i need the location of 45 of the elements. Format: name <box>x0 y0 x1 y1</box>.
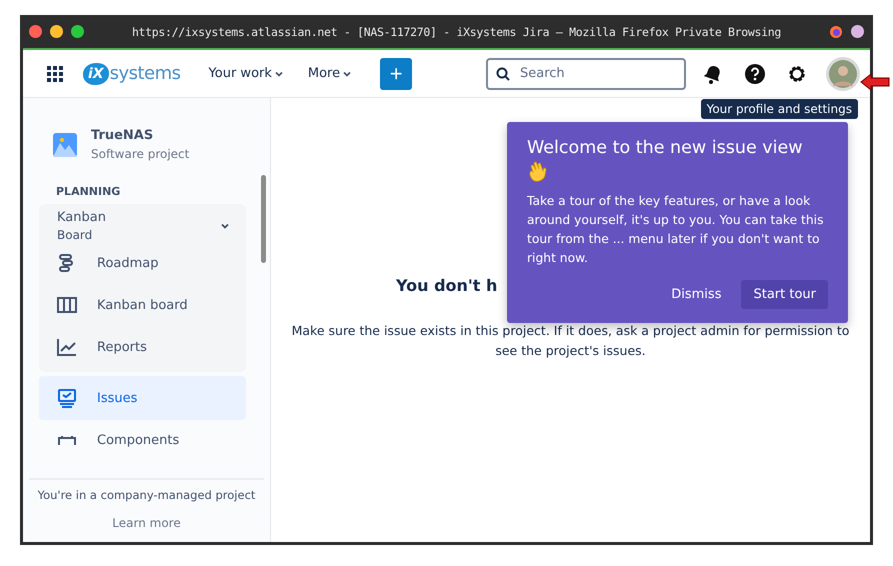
project-name: TrueNAS <box>91 128 154 143</box>
project-type: Software project <box>91 147 190 161</box>
error-heading: You don't h <box>396 276 498 295</box>
close-icon[interactable] <box>29 25 42 38</box>
logo-text: systems <box>110 63 181 84</box>
private-icon <box>851 25 864 38</box>
browser-icon <box>829 24 843 38</box>
nav-menu[interactable]: More <box>302 62 358 85</box>
board-selector[interactable]: Kanban Board <box>39 210 246 242</box>
columns-icon <box>57 295 77 315</box>
search-icon <box>496 66 510 80</box>
chevron-icon <box>220 221 230 231</box>
nav-menu[interactable]: Your work <box>202 62 290 85</box>
project-icon <box>53 132 77 156</box>
maximize-icon[interactable] <box>71 25 84 38</box>
help-icon <box>744 62 766 84</box>
learn-more-link[interactable]: Learn more <box>112 516 181 530</box>
project-note: You're in a company-managed project <box>38 488 256 502</box>
primary-button[interactable]: Start tour <box>741 280 828 309</box>
search-field[interactable]: Search <box>486 58 686 90</box>
create-button[interactable]: + <box>380 58 412 90</box>
app-grid-icon[interactable] <box>47 66 63 82</box>
tooltip: Your profile and settings <box>700 99 858 119</box>
sidebar-item[interactable]: Issues <box>39 376 246 420</box>
popup-title: Welcome to the new issue view <box>527 137 804 160</box>
search-input[interactable]: Search <box>518 65 658 82</box>
arrow-icon <box>860 73 890 91</box>
monitor-icon <box>57 388 77 408</box>
sidebar-item[interactable]: Components <box>39 420 246 460</box>
sidebar-item[interactable]: Reports <box>39 326 246 368</box>
logo-mark: iX <box>83 62 109 84</box>
secondary-button[interactable]: Dismiss <box>659 280 734 309</box>
user-icon <box>829 60 857 88</box>
component-icon <box>57 435 77 445</box>
window-title: https://ixsystems.atlassian.net - [NAS-117270] - iXsystems Jira — Mozilla Firefox Private Browsing <box>130 24 782 38</box>
sidebar-item[interactable]: Kanban board <box>39 284 246 326</box>
sidebar-item[interactable]: Roadmap <box>39 242 246 284</box>
error-message: Make sure the issue exists in this project. If it does, ask a project admin for permission to see the project's issues. <box>290 322 850 360</box>
minimize-icon[interactable] <box>50 25 63 38</box>
chart-icon <box>57 337 77 357</box>
scrollbar-thumb[interactable] <box>261 175 266 263</box>
popup-text: Take a tour of the key features, or have a look around yourself, it's up to you. You can take this tour from the ... menu later if you don't want to right now. <box>527 193 824 267</box>
avatar-button[interactable] <box>826 56 860 90</box>
section-heading: PLANNING <box>55 185 122 200</box>
waving-hand-icon <box>527 160 549 182</box>
